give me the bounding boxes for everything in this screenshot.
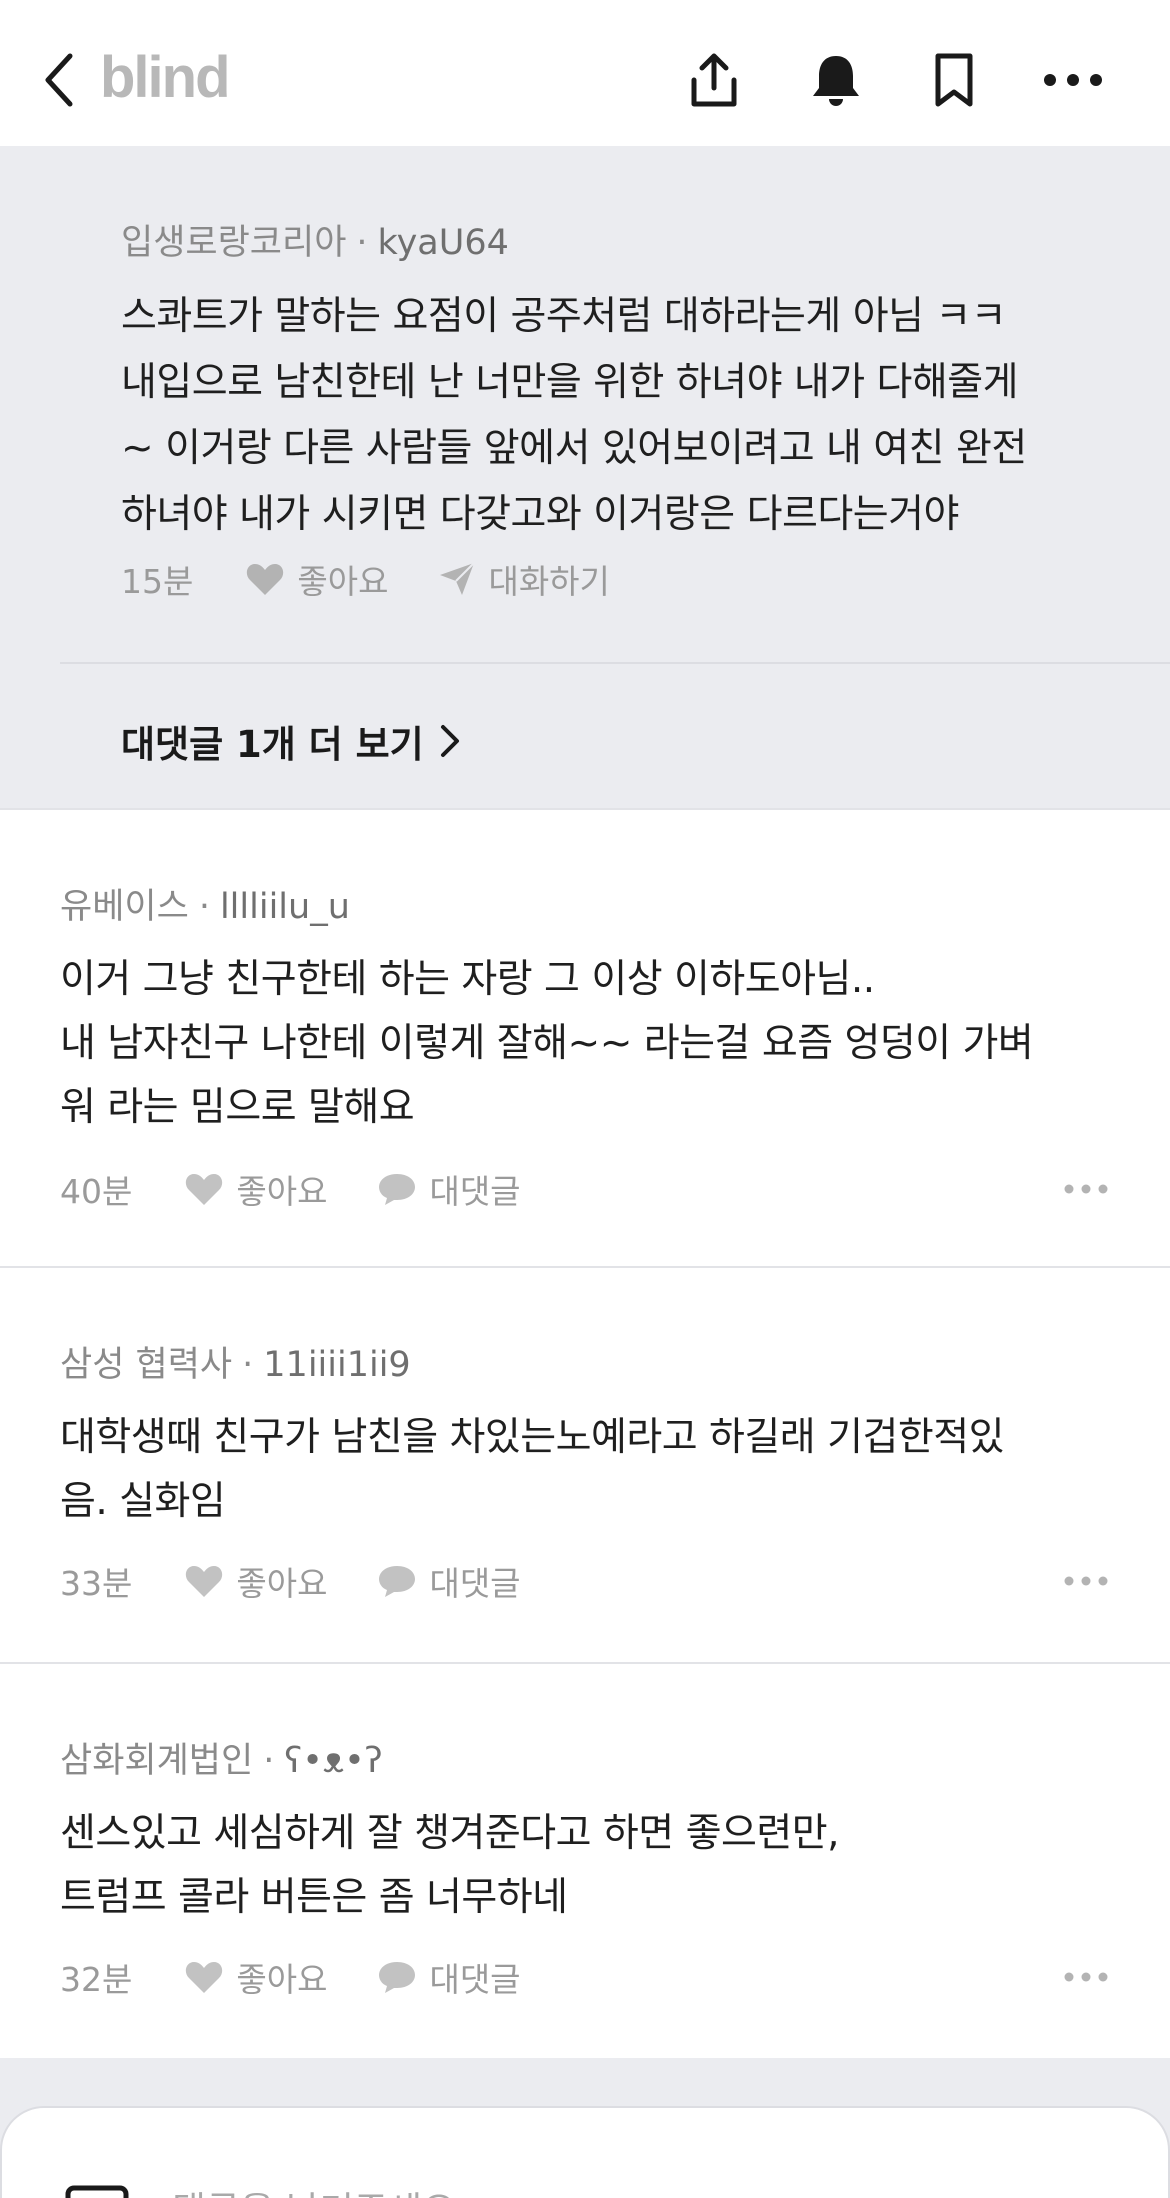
username[interactable]: kyaU64 bbox=[378, 223, 509, 263]
timestamp: 33분 bbox=[60, 1564, 133, 1603]
comment-input-placeholder[interactable]: 댓글을 남겨주세요. bbox=[172, 2180, 468, 2198]
heart-icon bbox=[247, 564, 284, 595]
chat-button[interactable]: 대화하기 bbox=[438, 555, 610, 603]
blind-logo[interactable]: blind bbox=[100, 44, 231, 111]
comment-actions: 40분 좋아요 대댓글 bbox=[60, 1164, 521, 1214]
like-label: 좋아요 bbox=[236, 1960, 328, 1999]
like-label: 좋아요 bbox=[236, 1564, 328, 1603]
like-button[interactable]: 좋아요 bbox=[184, 1165, 327, 1213]
heart-icon bbox=[186, 1962, 223, 1993]
like-label: 좋아요 bbox=[236, 1172, 328, 1211]
top-nav-bar: blind bbox=[0, 0, 1170, 146]
timestamp: 32분 bbox=[60, 1960, 133, 1999]
speech-bubble-icon bbox=[379, 1174, 416, 1205]
speech-bubble-icon bbox=[379, 1566, 416, 1597]
meta-separator: · bbox=[356, 223, 368, 263]
comment-author-meta: 삼성 협력사 · 11iiii1ii9 bbox=[60, 1336, 411, 1387]
username[interactable]: 11iiii1ii9 bbox=[263, 1345, 410, 1385]
chevron-left-icon bbox=[45, 53, 73, 107]
more-icon bbox=[1044, 74, 1102, 86]
reply-button[interactable]: 대댓글 bbox=[377, 1953, 521, 2001]
share-button[interactable] bbox=[684, 50, 744, 110]
bell-icon bbox=[813, 56, 859, 106]
more-icon bbox=[1064, 1184, 1108, 1194]
comment-input-bar[interactable]: 댓글을 남겨주세요. bbox=[0, 2106, 1170, 2198]
reply-button[interactable]: 대댓글 bbox=[377, 1557, 521, 1605]
heart-icon bbox=[186, 1566, 223, 1597]
username[interactable]: lllliilu_u bbox=[220, 887, 350, 927]
image-icon bbox=[65, 2185, 129, 2198]
comment-text: 대학생때 친구가 남친을 차있는노예라고 하길래 기겁한적있 음. 실화임 bbox=[60, 1415, 1005, 1524]
username[interactable]: ʕ•ᴥ•ʔ bbox=[284, 1741, 382, 1781]
reply-text: 스콰트가 말하는 요점이 공주처럼 대하라는게 아님 ㅋㅋ 내입으로 남친한테 … bbox=[121, 294, 1027, 537]
notification-button[interactable] bbox=[806, 50, 866, 110]
divider bbox=[60, 662, 1170, 664]
more-options-button[interactable] bbox=[1040, 50, 1102, 110]
view-more-replies-label: 대댓글 1개 더 보기 bbox=[121, 723, 424, 766]
meta-separator: · bbox=[242, 1345, 254, 1385]
view-more-replies-button[interactable]: 대댓글 1개 더 보기 bbox=[121, 714, 462, 768]
comment-item: 유베이스 · lllliilu_u 이거 그냥 친구한테 하는 자랑 그 이상 이하… bbox=[0, 808, 1170, 1268]
image-attach-button[interactable] bbox=[64, 2184, 130, 2198]
more-icon bbox=[1064, 1576, 1108, 1586]
comment-more-button[interactable] bbox=[1062, 1556, 1110, 1606]
speech-bubble-icon bbox=[379, 1962, 416, 1993]
reply-actions: 15분 좋아요 대화하기 bbox=[121, 554, 610, 604]
timestamp: 15분 bbox=[121, 562, 194, 601]
comment-item: 삼화회계법인 · ʕ•ᴥ•ʔ 센스있고 세심하게 잘 챙겨준다고 하면 좋으련만, … bbox=[0, 1662, 1170, 2060]
back-button[interactable] bbox=[40, 50, 90, 110]
comment-text: 센스있고 세심하게 잘 챙겨준다고 하면 좋으련만, 트럼프 콜라 버튼은 좀 … bbox=[60, 1811, 839, 1920]
paper-plane-icon bbox=[440, 562, 476, 595]
comment-actions: 33분 좋아요 대댓글 bbox=[60, 1556, 521, 1606]
like-button[interactable]: 좋아요 bbox=[184, 1953, 327, 2001]
company-name[interactable]: 유베이스 bbox=[60, 887, 189, 927]
comment-text: 이거 그냥 친구한테 하는 자랑 그 이상 이하도아님.. 내 남자친구 나한테… bbox=[60, 957, 1034, 1130]
reply-label: 대댓글 bbox=[429, 1564, 521, 1603]
reply-author-meta: 입생로랑코리아 · kyaU64 bbox=[121, 214, 509, 265]
chat-label: 대화하기 bbox=[488, 562, 610, 601]
chevron-right-icon bbox=[440, 725, 459, 757]
reply-button[interactable]: 대댓글 bbox=[377, 1165, 521, 1213]
more-icon bbox=[1064, 1972, 1108, 1982]
reply-label: 대댓글 bbox=[429, 1960, 521, 1999]
reply-label: 대댓글 bbox=[429, 1172, 521, 1211]
comment-author-meta: 삼화회계법인 · ʕ•ᴥ•ʔ bbox=[60, 1732, 383, 1783]
company-name[interactable]: 입생로랑코리아 bbox=[121, 223, 346, 263]
company-name[interactable]: 삼화회계법인 bbox=[60, 1741, 253, 1781]
like-button[interactable]: 좋아요 bbox=[184, 1557, 327, 1605]
comment-actions: 32분 좋아요 대댓글 bbox=[60, 1952, 521, 2002]
meta-separator: · bbox=[198, 887, 210, 927]
like-label: 좋아요 bbox=[297, 562, 389, 601]
like-button[interactable]: 좋아요 bbox=[245, 555, 388, 603]
reply-card: 입생로랑코리아 · kyaU64 스콰트가 말하는 요점이 공주처럼 대하라는게 아… bbox=[0, 146, 1170, 808]
comment-more-button[interactable] bbox=[1062, 1952, 1110, 2002]
comment-author-meta: 유베이스 · lllliilu_u bbox=[60, 878, 350, 929]
share-icon bbox=[691, 53, 737, 107]
meta-separator: · bbox=[263, 1741, 275, 1781]
comment-item: 삼성 협력사 · 11iiii1ii9 대학생때 친구가 남친을 차있는노예라고 하… bbox=[0, 1266, 1170, 1664]
bookmark-icon bbox=[935, 53, 973, 107]
heart-icon bbox=[186, 1174, 223, 1205]
comment-more-button[interactable] bbox=[1062, 1164, 1110, 1214]
company-name[interactable]: 삼성 협력사 bbox=[60, 1345, 232, 1385]
timestamp: 40분 bbox=[60, 1172, 133, 1211]
bookmark-button[interactable] bbox=[924, 50, 984, 110]
